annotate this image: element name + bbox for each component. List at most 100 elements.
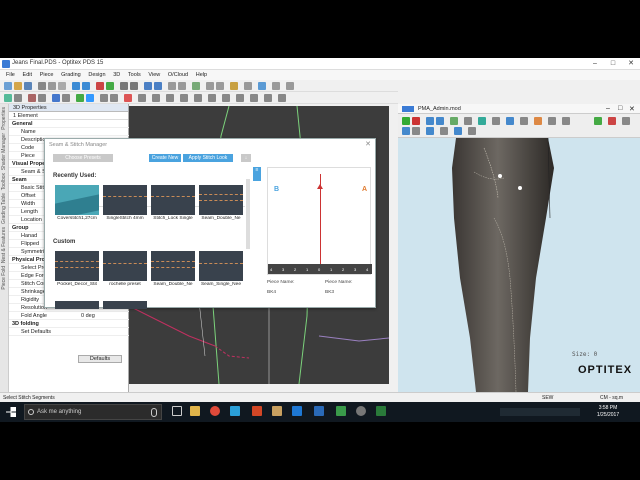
task-view-icon[interactable] bbox=[172, 406, 182, 416]
property-row[interactable]: General bbox=[9, 120, 129, 128]
app-globe-icon[interactable] bbox=[356, 406, 366, 416]
new-icon[interactable] bbox=[4, 82, 12, 90]
taskbar-clock[interactable]: 3:58 PM 1/25/2017 bbox=[590, 405, 626, 419]
tool-r-icon[interactable] bbox=[38, 94, 46, 102]
app-s-icon[interactable] bbox=[314, 406, 324, 416]
3d-tool-f-icon[interactable] bbox=[492, 117, 500, 125]
tool-z-icon[interactable] bbox=[138, 94, 146, 102]
app-c-icon[interactable] bbox=[336, 406, 346, 416]
tool-b-icon[interactable] bbox=[106, 82, 114, 90]
menu-help[interactable]: Help bbox=[196, 70, 207, 80]
tool-n-icon[interactable] bbox=[286, 82, 294, 90]
save-icon[interactable] bbox=[24, 82, 32, 90]
stitch-thumb-more[interactable] bbox=[103, 301, 147, 309]
stitch-thumb-seam-single[interactable] bbox=[199, 251, 243, 281]
tool-a-icon[interactable] bbox=[96, 82, 104, 90]
stitch-thumb-more[interactable] bbox=[55, 301, 99, 309]
tool-t-icon[interactable] bbox=[62, 94, 70, 102]
close-icon[interactable]: ✕ bbox=[622, 58, 640, 70]
3d-tool-b-icon[interactable] bbox=[436, 117, 444, 125]
system-tray[interactable] bbox=[500, 408, 580, 416]
tool-i-icon[interactable] bbox=[216, 82, 224, 90]
taskbar-search[interactable]: Ask me anything bbox=[24, 404, 162, 420]
simulate-icon[interactable] bbox=[402, 117, 410, 125]
skype-icon[interactable] bbox=[230, 406, 240, 416]
3d-tool-r-icon[interactable] bbox=[440, 127, 448, 135]
tool-g-icon[interactable] bbox=[192, 82, 200, 90]
vtab-grading[interactable]: Grading Table bbox=[1, 193, 7, 224]
defaults-button[interactable]: Defaults bbox=[78, 355, 122, 363]
settings-icon[interactable]: ≡ bbox=[253, 167, 261, 181]
3d-tool-a-icon[interactable] bbox=[426, 117, 434, 125]
maximize-icon[interactable]: □ bbox=[604, 58, 622, 70]
tool-h-icon[interactable] bbox=[206, 82, 214, 90]
windows-start-icon[interactable] bbox=[6, 407, 16, 417]
3d-tool-o-icon[interactable] bbox=[402, 127, 410, 135]
chrome-icon[interactable] bbox=[210, 406, 220, 416]
menu-3d[interactable]: 3D bbox=[113, 70, 120, 80]
tool-x-icon[interactable] bbox=[110, 94, 118, 102]
stitch-thumb-rochelle[interactable] bbox=[103, 251, 147, 281]
tool-f-icon[interactable] bbox=[178, 82, 186, 90]
tool-u-icon[interactable] bbox=[76, 94, 84, 102]
vtab-shader[interactable]: Shader Manager bbox=[1, 133, 7, 170]
vtab-properties[interactable]: Properties bbox=[1, 107, 7, 130]
3d-tool-d-icon[interactable] bbox=[464, 117, 472, 125]
3d-tool-e-icon[interactable] bbox=[478, 117, 486, 125]
optitex-taskbar-icon[interactable] bbox=[272, 406, 282, 416]
tool-aj-icon[interactable] bbox=[278, 94, 286, 102]
3d-tool-j-icon[interactable] bbox=[548, 117, 556, 125]
minimize-icon[interactable]: – bbox=[586, 58, 604, 70]
open-icon[interactable] bbox=[14, 82, 22, 90]
dialog-close-icon[interactable]: ✕ bbox=[365, 140, 371, 148]
3d-tool-h-icon[interactable] bbox=[520, 117, 528, 125]
zoom-icon[interactable] bbox=[120, 82, 128, 90]
menu-tools[interactable]: Tools bbox=[128, 70, 141, 80]
tool-q-icon[interactable] bbox=[28, 94, 36, 102]
vtab-fold[interactable]: Piece Fold bbox=[1, 266, 7, 290]
tool-k-icon[interactable] bbox=[244, 82, 252, 90]
stitch-thumb-pocket-decor[interactable] bbox=[55, 251, 99, 281]
3d-tool-c-icon[interactable] bbox=[450, 117, 458, 125]
vtab-toolbox[interactable]: Toolbox bbox=[1, 173, 7, 190]
3d-tool-t-icon[interactable] bbox=[468, 127, 476, 135]
tool-ab-icon[interactable] bbox=[166, 94, 174, 102]
3d-tool-m-icon[interactable] bbox=[608, 117, 616, 125]
tool-ae-icon[interactable] bbox=[208, 94, 216, 102]
powerpoint-icon[interactable] bbox=[252, 406, 262, 416]
tool-ac-icon[interactable] bbox=[180, 94, 188, 102]
stitch-thumb-single-4mm[interactable] bbox=[103, 185, 147, 215]
tool-af-icon[interactable] bbox=[222, 94, 230, 102]
tool-c-icon[interactable] bbox=[144, 82, 152, 90]
vtab-nest[interactable]: Nest & Features bbox=[1, 227, 7, 263]
tool-l-icon[interactable] bbox=[258, 82, 266, 90]
tool-s-icon[interactable] bbox=[52, 94, 60, 102]
stop-icon[interactable] bbox=[412, 117, 420, 125]
property-row[interactable]: Set Defaults bbox=[9, 328, 129, 336]
tool-j-icon[interactable] bbox=[230, 82, 238, 90]
tool-v-icon[interactable] bbox=[86, 94, 94, 102]
redo-icon[interactable] bbox=[82, 82, 90, 90]
3d-tool-p-icon[interactable] bbox=[412, 127, 420, 135]
copy-icon[interactable] bbox=[48, 82, 56, 90]
undo-icon[interactable] bbox=[72, 82, 80, 90]
paste-icon[interactable] bbox=[58, 82, 66, 90]
tool-aa-icon[interactable] bbox=[152, 94, 160, 102]
cut-icon[interactable] bbox=[38, 82, 46, 90]
3d-tool-i-icon[interactable] bbox=[534, 117, 542, 125]
app-camtasia-icon[interactable] bbox=[376, 406, 386, 416]
3d-tool-l-icon[interactable] bbox=[594, 117, 602, 125]
tool-m-icon[interactable] bbox=[272, 82, 280, 90]
tool-d-icon[interactable] bbox=[154, 82, 162, 90]
3d-maximize-icon[interactable]: □ bbox=[618, 105, 622, 112]
pan-icon[interactable] bbox=[130, 82, 138, 90]
3d-tool-q-icon[interactable] bbox=[426, 127, 434, 135]
tool-o-icon[interactable] bbox=[4, 94, 12, 102]
menu-view[interactable]: View bbox=[148, 70, 160, 80]
menu-edit[interactable]: Edit bbox=[23, 70, 32, 80]
property-row[interactable]: Fold Angle 0 deg bbox=[9, 312, 129, 320]
3d-viewport[interactable]: Size: 0 OPTITEX bbox=[398, 138, 640, 392]
stitch-thumb-seam-double[interactable] bbox=[199, 185, 243, 215]
menu-grading[interactable]: Grading bbox=[61, 70, 81, 80]
stitch-thumb-seam-double-2[interactable] bbox=[151, 251, 195, 281]
